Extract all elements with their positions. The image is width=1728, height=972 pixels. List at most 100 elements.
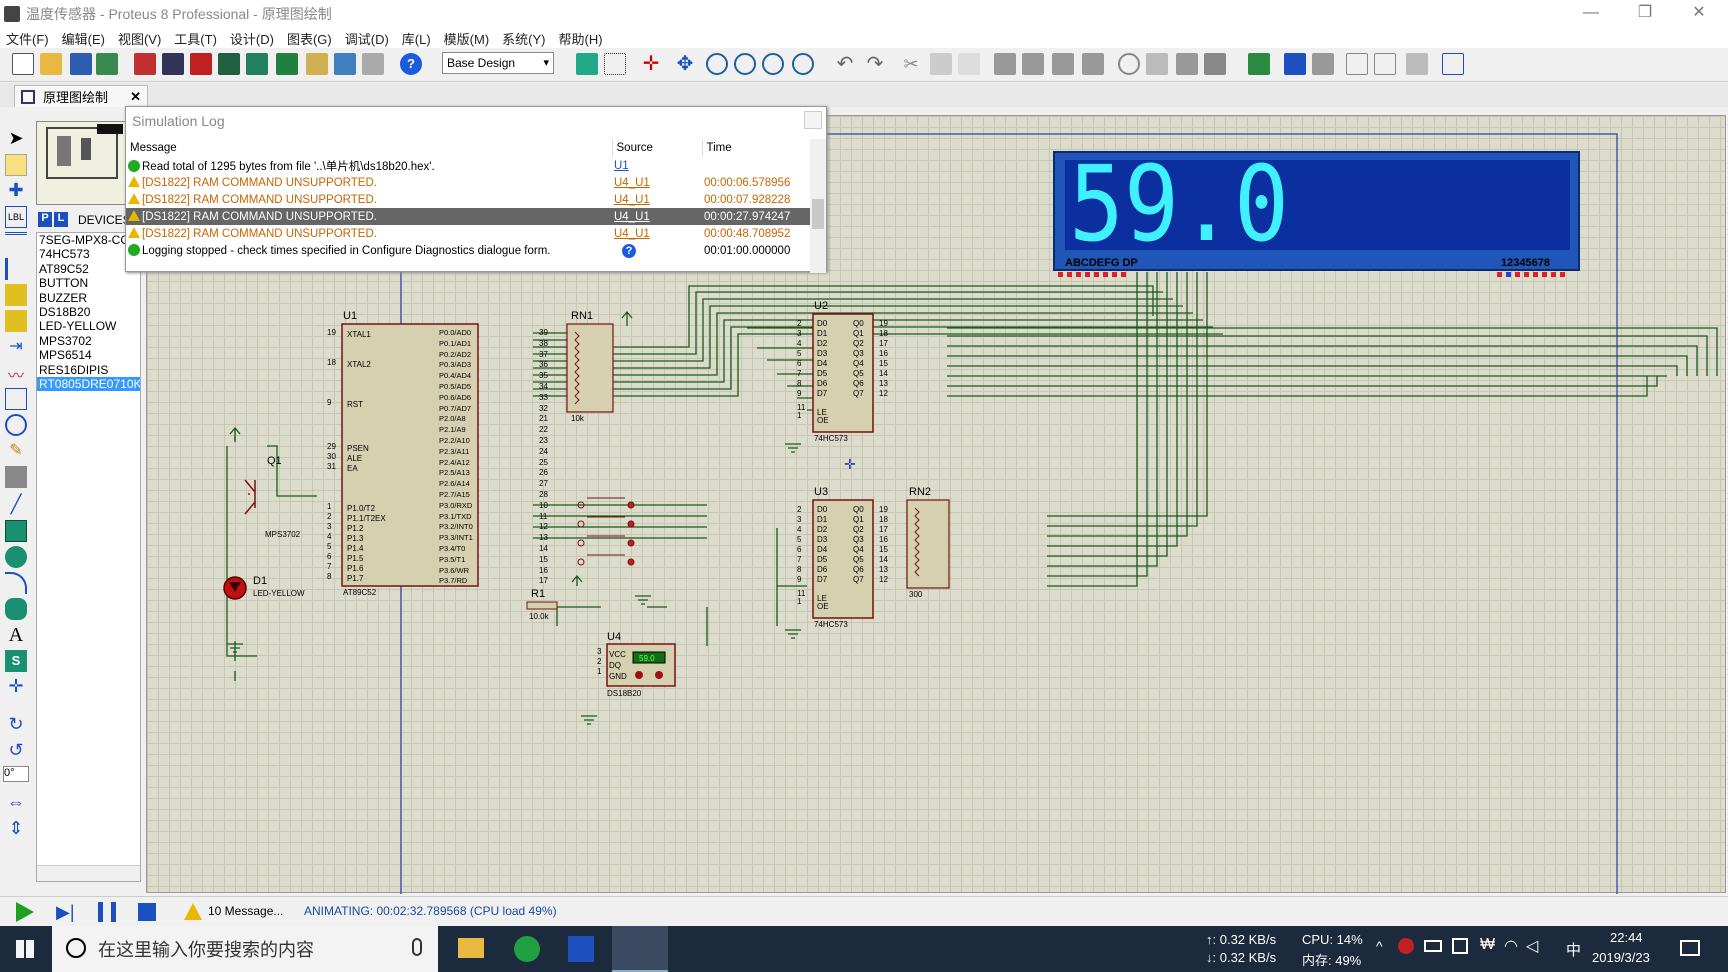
zoom-area-icon[interactable] [792, 53, 814, 75]
voltage-probe-icon[interactable]: ✎ [5, 440, 27, 462]
pick-device-icon[interactable] [1118, 53, 1140, 75]
table-row[interactable]: [DS1822] RAM COMMAND UNSUPPORTED. U4_U1 … [126, 174, 810, 191]
symbol-tool-icon[interactable]: S [5, 650, 27, 672]
text-tool-icon[interactable]: A [5, 624, 27, 646]
pick-devices-button[interactable]: P [38, 212, 52, 227]
zoom-all-icon[interactable] [762, 53, 784, 75]
table-row[interactable]: [DS1822] RAM COMMAND UNSUPPORTED. U4_U1 … [126, 225, 810, 242]
pcb-icon[interactable] [190, 53, 212, 75]
table-row[interactable]: Read total of 1295 bytes from file '..\单… [126, 157, 810, 174]
make-device-icon[interactable] [1146, 53, 1168, 75]
mirror-y-icon[interactable]: ⇕ [5, 818, 27, 840]
tab-schematic[interactable]: 原理图绘制 ✕ [14, 85, 148, 107]
block-delete-icon[interactable] [1082, 53, 1104, 75]
undo-icon[interactable]: ↶ [834, 53, 856, 75]
help-icon[interactable]: ? [400, 53, 422, 75]
virtual-instruments-icon[interactable] [5, 466, 27, 488]
step-icon[interactable]: ▶| [56, 902, 78, 922]
list-item-selected[interactable]: RT0805DRE0710KL [37, 377, 140, 392]
3d-icon[interactable] [218, 53, 240, 75]
junction-mode-icon[interactable]: ✚ [5, 180, 27, 202]
save-icon[interactable] [70, 53, 92, 75]
list-item[interactable]: DS18B20 [37, 305, 140, 319]
pan-icon[interactable]: ✥ [674, 53, 696, 75]
log-scroll-thumb[interactable] [812, 199, 824, 229]
electrical-rule-check-icon[interactable] [1442, 53, 1464, 75]
design-select[interactable]: Base Design [442, 52, 554, 74]
log-source-link[interactable]: U4_U1 [612, 208, 702, 225]
start-icon[interactable] [16, 940, 34, 958]
play-icon[interactable] [16, 902, 34, 922]
block-move-icon[interactable] [1022, 53, 1044, 75]
rotate-ccw-icon[interactable]: ↺ [5, 740, 27, 762]
menu-library[interactable]: 库(L) [402, 29, 431, 48]
box-tool-icon[interactable] [5, 520, 27, 542]
library-manager-button[interactable]: L [54, 212, 68, 227]
log-source-link[interactable]: U1 [612, 157, 702, 174]
browser-icon[interactable] [514, 936, 540, 962]
open-folder-icon[interactable] [40, 53, 62, 75]
bom-icon[interactable] [306, 53, 328, 75]
message-count[interactable]: 10 Message... [208, 904, 283, 918]
text-script-icon[interactable] [5, 232, 27, 254]
selection-mode-icon[interactable]: ➤ [5, 128, 27, 150]
restore-button[interactable]: ❐ [1622, 0, 1668, 28]
source-code-icon[interactable] [334, 53, 356, 75]
log-scrollbar[interactable] [810, 139, 826, 273]
subcircuit-icon[interactable] [5, 284, 27, 306]
device-list-hscroll[interactable] [37, 865, 140, 881]
list-item[interactable]: LED-YELLOW [37, 319, 140, 333]
menu-help[interactable]: 帮助(H) [559, 29, 603, 48]
column-source[interactable]: Source [612, 139, 703, 157]
device-pins-icon[interactable]: ⇥ [5, 336, 27, 358]
table-row[interactable]: [DS1822] RAM COMMAND UNSUPPORTED. U4_U1 … [126, 191, 810, 208]
proteus-taskbar-button[interactable] [612, 926, 668, 972]
list-item[interactable]: BUZZER [37, 291, 140, 305]
menu-edit[interactable]: 编辑(E) [62, 29, 105, 48]
notification-icon[interactable] [1680, 940, 1700, 956]
new-file-icon[interactable] [12, 53, 34, 75]
paste-icon[interactable] [958, 53, 980, 75]
wifi-icon[interactable]: ◠ [1504, 936, 1518, 956]
decompose-icon[interactable] [1204, 53, 1226, 75]
log-source-link[interactable]: U4_U1 [612, 174, 702, 191]
component-mode-icon[interactable] [5, 154, 27, 176]
list-item[interactable]: MPS6514 [37, 348, 140, 362]
circle-tool-icon[interactable] [5, 546, 27, 568]
tape-recorder-icon[interactable] [5, 388, 27, 410]
line-tool-icon[interactable]: ╱ [5, 494, 27, 516]
list-item[interactable]: RES16DIPIS [37, 363, 140, 377]
list-item[interactable]: MPS3702 [37, 334, 140, 348]
menu-design[interactable]: 设计(D) [230, 29, 274, 48]
new-sheet-icon[interactable] [1346, 53, 1368, 75]
menu-debug[interactable]: 调试(D) [345, 29, 389, 48]
taskbar-search[interactable]: 在这里输入你要搜索的内容 [52, 926, 438, 972]
column-time[interactable]: Time [702, 139, 810, 157]
path-tool-icon[interactable] [5, 598, 27, 620]
zoom-out-icon[interactable] [734, 53, 756, 75]
import-icon[interactable] [96, 53, 118, 75]
minimize-button[interactable]: — [1568, 0, 1614, 28]
list-item[interactable]: BUTTON [37, 276, 140, 290]
app-icon[interactable] [568, 936, 594, 962]
menu-system[interactable]: 系统(Y) [502, 29, 545, 48]
search-tagging-icon[interactable] [1284, 53, 1306, 75]
log-source-link[interactable]: U4_U1 [612, 191, 702, 208]
volume-icon[interactable]: ◁ [1526, 936, 1538, 956]
package-tool-icon[interactable] [1176, 53, 1198, 75]
origin-icon[interactable]: ✛ [640, 53, 662, 75]
marker-tool-icon[interactable]: ✛ [5, 676, 27, 698]
stop-icon[interactable] [138, 903, 156, 921]
notes-icon[interactable] [362, 53, 384, 75]
display-icon[interactable] [1452, 938, 1468, 954]
clock-time[interactable]: 22:44 [1610, 930, 1643, 945]
microphone-icon[interactable] [412, 938, 422, 956]
arc-tool-icon[interactable] [5, 572, 27, 594]
wire-autorouter-icon[interactable] [1248, 53, 1270, 75]
table-row[interactable]: Logging stopped - check times specified … [126, 242, 810, 259]
home-icon[interactable] [134, 53, 156, 75]
help-icon[interactable]: ? [622, 243, 636, 258]
battery-icon[interactable] [1424, 940, 1442, 952]
close-button[interactable]: ✕ [1676, 0, 1722, 28]
property-assign-icon[interactable] [1312, 53, 1334, 75]
